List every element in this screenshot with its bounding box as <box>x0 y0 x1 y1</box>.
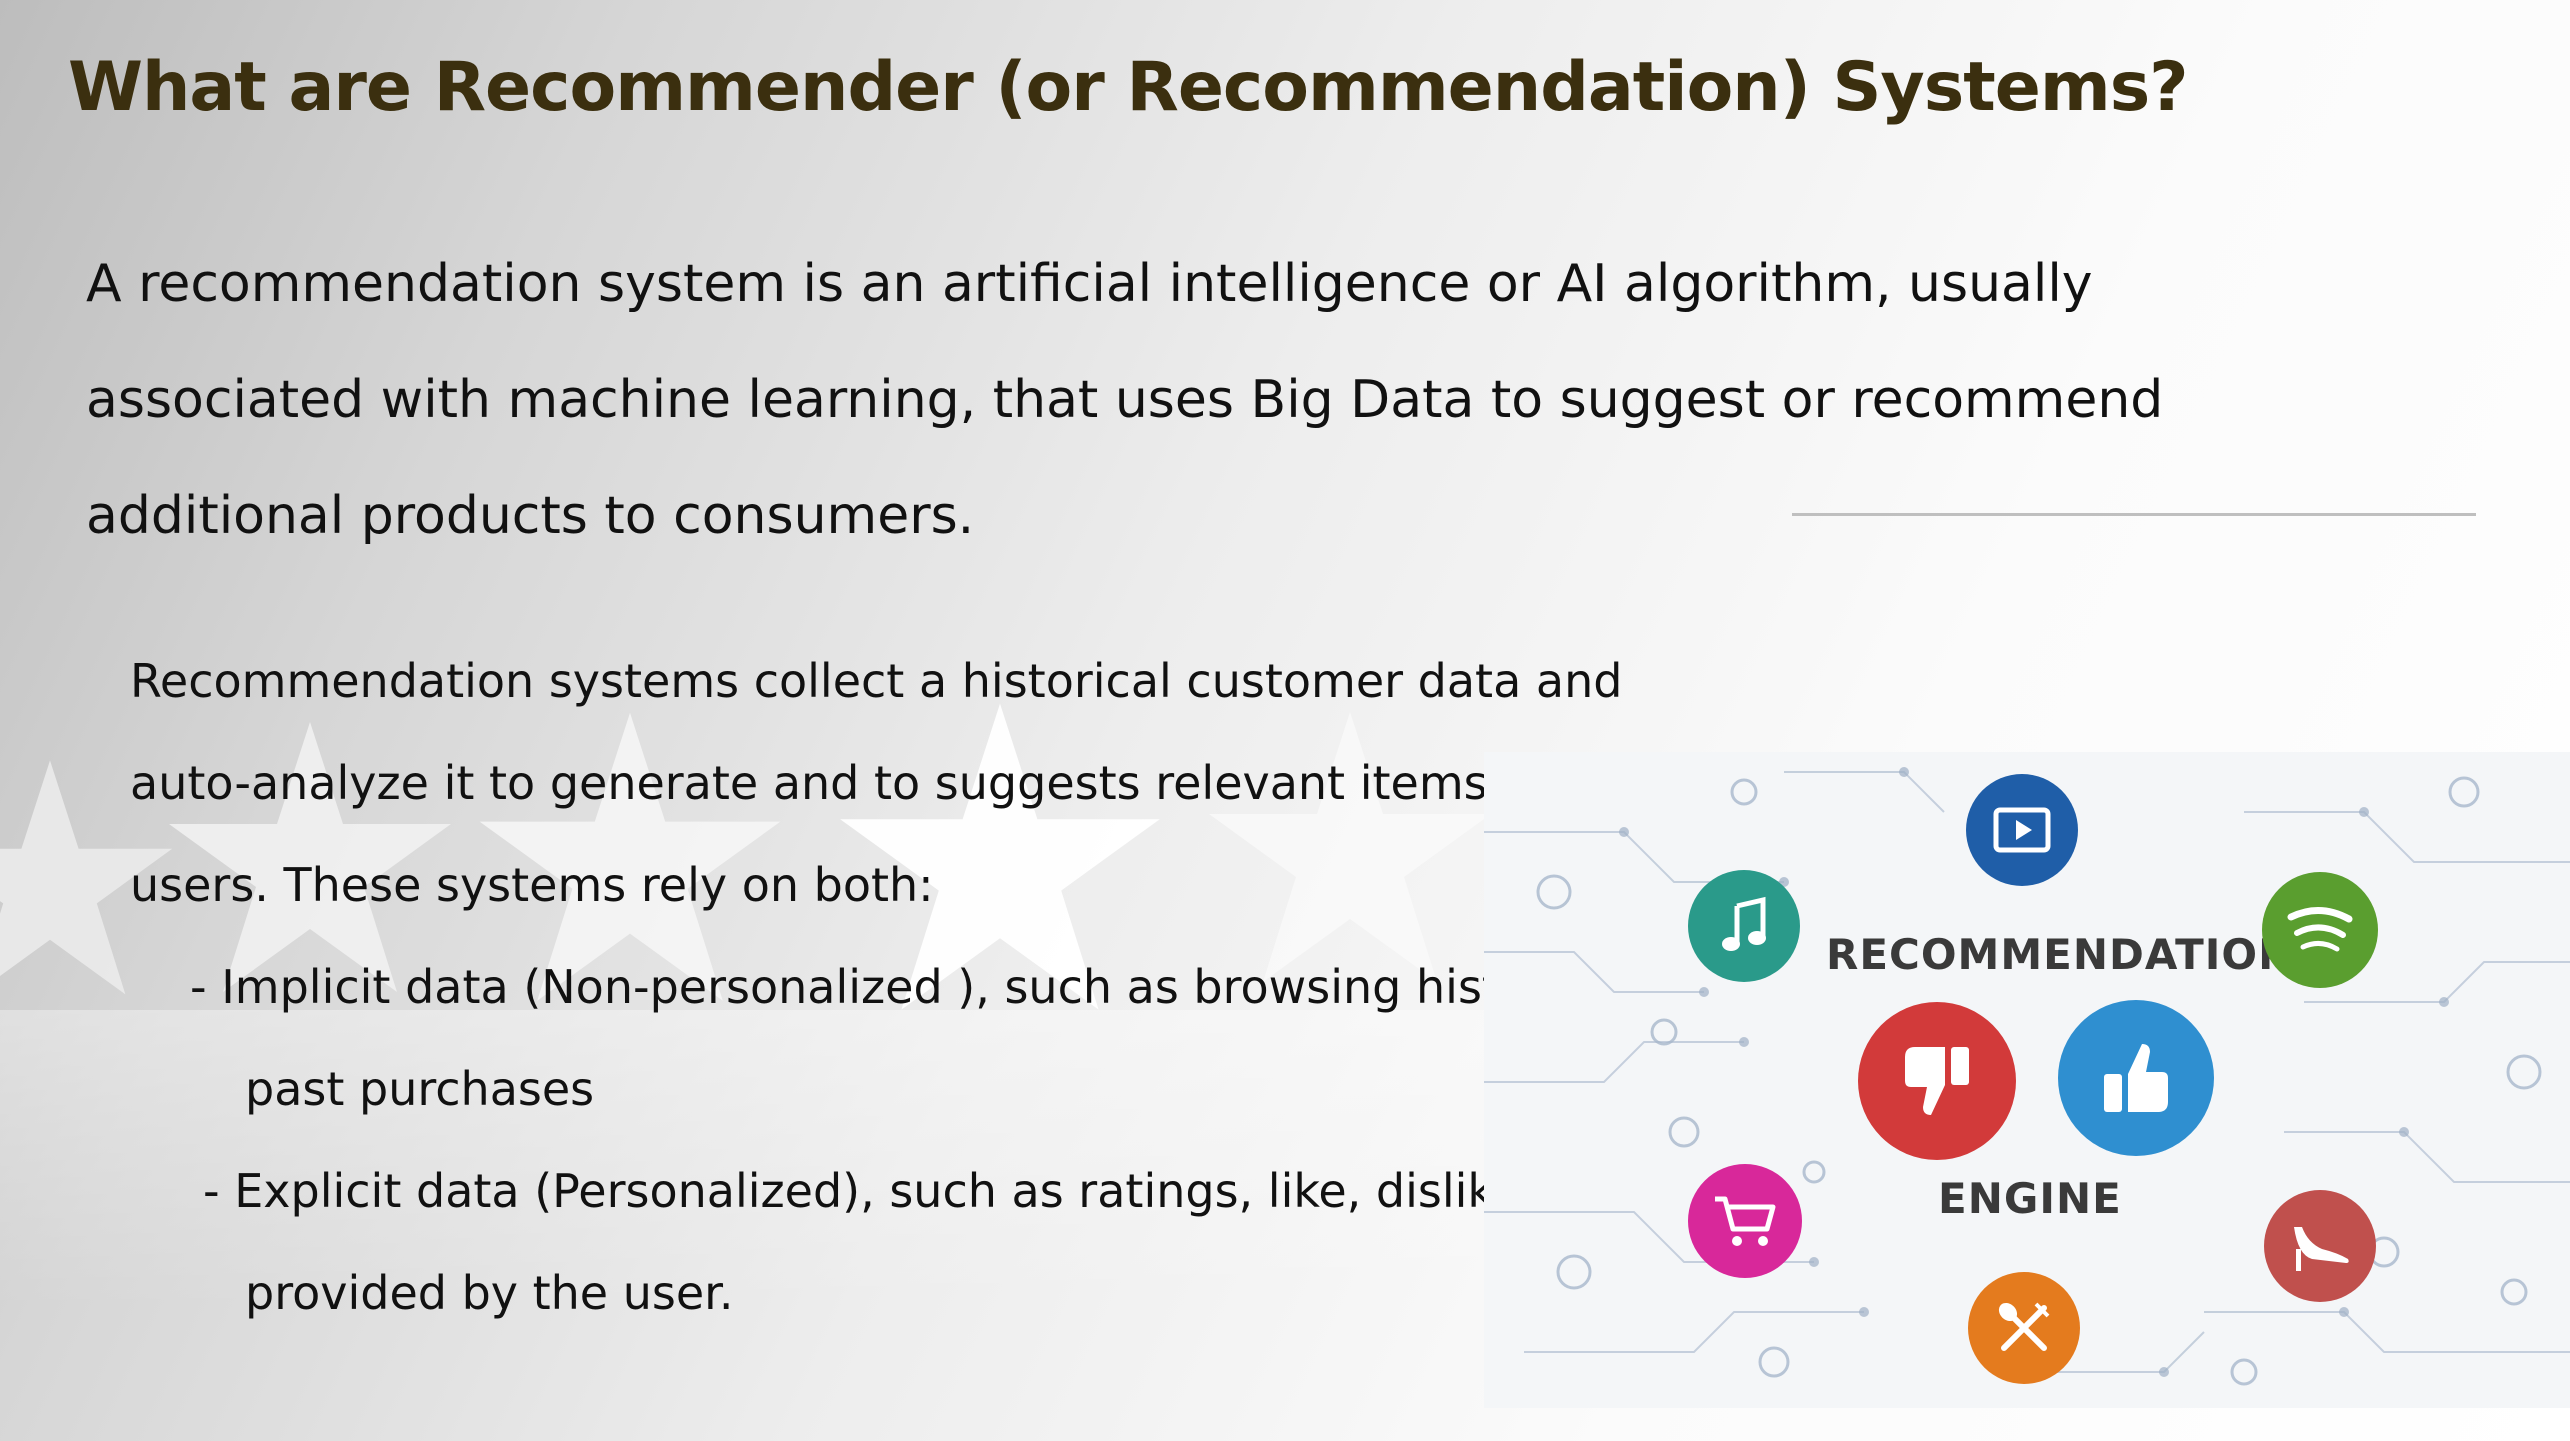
intro-line: A recommendation system is an artificial… <box>86 254 2093 314</box>
body-paragraph: Recommendation systems collect a histori… <box>130 630 1675 1344</box>
video-icon <box>1966 774 2078 886</box>
bullet-implicit-continuation: past purchases <box>245 1062 595 1116</box>
recommendation-engine-image: RECOMMENDATION ENGINE <box>1484 752 2570 1408</box>
body-line: users. These systems rely on both: <box>130 858 934 912</box>
slide-title: What are Recommender (or Recommendation)… <box>68 48 2189 127</box>
divider-line <box>1792 513 2476 516</box>
music-note-icon <box>1688 870 1800 982</box>
fork-spoon-icon <box>1968 1272 2080 1384</box>
spotify-icon <box>2262 872 2378 988</box>
shopping-cart-icon <box>1688 1164 1802 1278</box>
bullet-explicit-continuation: provided by the user. <box>245 1266 734 1320</box>
thumbs-down-icon <box>1858 1002 2016 1160</box>
high-heel-icon <box>2264 1190 2376 1302</box>
body-line: Recommendation systems collect a histori… <box>130 654 1623 708</box>
intro-paragraph: A recommendation system is an artificial… <box>86 226 2236 574</box>
engine-label-top: RECOMMENDATION <box>1826 930 2295 979</box>
engine-label-bottom: ENGINE <box>1938 1174 2122 1223</box>
intro-line: associated with machine learning, that u… <box>86 370 2164 430</box>
intro-line: additional products to consumers. <box>86 486 975 546</box>
bullet-explicit: - Explicit data (Personalized), such as … <box>203 1164 1521 1218</box>
body-line: auto-analyze it to generate and to sugge… <box>130 756 1676 810</box>
thumbs-up-icon <box>2058 1000 2214 1156</box>
bullet-implicit: - Implicit data (Non-personalized ), suc… <box>190 960 1676 1014</box>
